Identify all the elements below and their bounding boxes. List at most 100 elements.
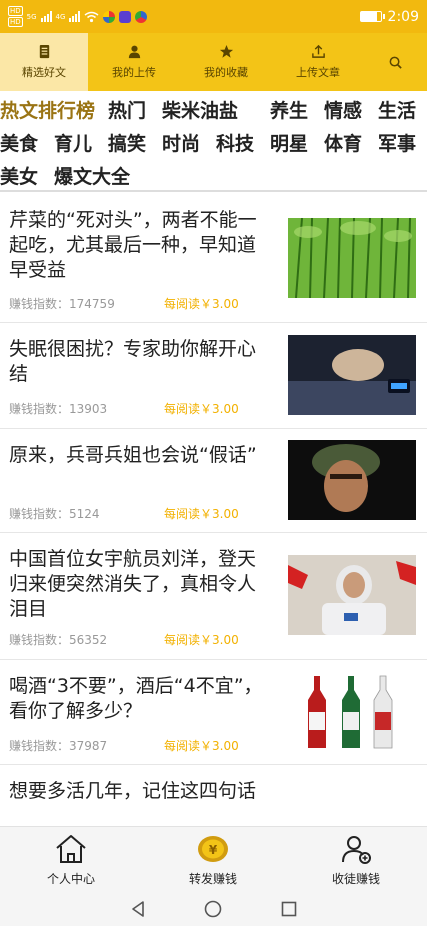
index-label: 赚钱指数： — [9, 507, 70, 521]
astronaut-image — [288, 555, 416, 635]
category-item[interactable]: 育儿 — [54, 129, 92, 156]
tab-my-favorites[interactable]: 我的收藏 — [180, 33, 272, 91]
article-thumbnail — [288, 672, 416, 752]
bottom-nav: 个人中心 ¥ 转发赚钱 收徒赚钱 — [0, 826, 427, 892]
status-left: HD HD 5G 4G — [8, 6, 148, 27]
article-item[interactable]: 喝酒“3不要”，酒后“4不宜”，看你了解多少？ 赚钱指数：37987 每阅读￥3… — [0, 660, 427, 765]
article-index: 赚钱指数：5124 — [9, 505, 100, 522]
category-item[interactable]: 养生 — [270, 96, 308, 123]
search-button[interactable] — [364, 33, 427, 91]
category-item[interactable]: 科技 — [216, 129, 254, 156]
wifi-icon — [84, 11, 99, 22]
nav-label: 个人中心 — [46, 871, 95, 886]
tab-label: 上传文章 — [296, 66, 340, 79]
article-reward: 每阅读￥3.00 — [164, 739, 239, 753]
tab-label: 精选好文 — [22, 66, 66, 79]
category-grid: 热文排行榜 热门 柴米油盐 养生 情感 生活 美食 育儿 搞笑 时尚 科技 明星… — [0, 91, 427, 192]
bottles-image — [288, 672, 416, 752]
tab-my-uploads[interactable]: 我的上传 — [88, 33, 180, 91]
soldier-image — [288, 440, 416, 520]
star-icon — [219, 44, 233, 58]
index-label: 赚钱指数： — [9, 297, 70, 311]
back-icon[interactable] — [129, 900, 147, 918]
article-item[interactable]: 想要多活几年，记住这四句话 — [0, 765, 427, 826]
person-icon — [128, 45, 140, 59]
signal-icon — [69, 11, 81, 22]
category-item[interactable]: 时尚 — [162, 129, 200, 156]
article-reward: 每阅读￥3.00 — [164, 402, 239, 416]
search-icon — [389, 56, 402, 69]
article-reward: 每阅读￥3.00 — [164, 507, 239, 521]
coin-icon: ¥ — [198, 835, 228, 862]
app-notification-icon — [103, 10, 116, 23]
app-notification-icon — [135, 10, 148, 23]
tab-label: 我的收藏 — [204, 66, 248, 79]
hd-chip: HD — [8, 17, 23, 27]
status-right: 2:09 — [359, 8, 419, 25]
nav-profile[interactable]: 个人中心 — [0, 827, 142, 893]
article-index: 赚钱指数：37987 — [9, 737, 107, 754]
article-reward: 每阅读￥3.00 — [164, 297, 239, 311]
status-time: 2:09 — [387, 8, 419, 25]
article-title: 想要多活几年，记住这四句话 — [9, 780, 257, 802]
category-item[interactable]: 情感 — [324, 96, 362, 123]
index-label: 赚钱指数： — [9, 739, 70, 753]
celery-image — [288, 218, 416, 298]
nav-share-earn[interactable]: ¥ 转发赚钱 — [142, 827, 284, 893]
index-label: 赚钱指数： — [9, 402, 70, 416]
nav-recruit-earn[interactable]: 收徒赚钱 — [285, 827, 427, 893]
article-title: 原来，兵哥兵姐也会说“假话” — [9, 444, 257, 466]
top-tab-bar: 精选好文 我的上传 我的收藏 上传文章 — [0, 33, 427, 91]
article-index: 赚钱指数：13903 — [9, 400, 107, 417]
article-index: 赚钱指数：56352 — [9, 631, 107, 648]
article-item[interactable]: 原来，兵哥兵姐也会说“假话” 赚钱指数：5124 每阅读￥3.00 — [0, 429, 427, 533]
document-icon — [39, 44, 49, 59]
article-thumbnail — [288, 440, 416, 520]
category-item[interactable]: 爆文大全 — [54, 162, 130, 189]
category-item[interactable]: 明星 — [270, 129, 308, 156]
category-hot-ranking[interactable]: 热文排行榜 — [0, 96, 95, 123]
article-title: 失眠很困扰？专家助你解开心结 — [9, 338, 257, 385]
tab-upload-article[interactable]: 上传文章 — [272, 33, 364, 91]
category-item[interactable]: 搞笑 — [108, 129, 146, 156]
user-add-icon — [342, 835, 371, 864]
tab-featured[interactable]: 精选好文 — [0, 33, 88, 91]
svg-text:¥: ¥ — [209, 843, 218, 857]
article-title: 中国首位女宇航员刘洋，登天归来便突然消失了，真相令人泪目 — [9, 548, 257, 620]
system-nav-bar — [0, 892, 427, 926]
category-item[interactable]: 热门 — [108, 96, 146, 123]
index-value: 174759 — [69, 297, 115, 311]
article-feed[interactable]: 芹菜的“死对头”，两者不能一起吃，尤其最后一种，早知道早受益 赚钱指数：1747… — [0, 194, 427, 826]
article-item[interactable]: 芹菜的“死对头”，两者不能一起吃，尤其最后一种，早知道早受益 赚钱指数：1747… — [0, 194, 427, 323]
category-item[interactable]: 军事 — [378, 129, 416, 156]
hd-chip: HD — [8, 6, 23, 16]
home-circle-icon[interactable] — [204, 900, 222, 918]
index-value: 56352 — [69, 633, 108, 647]
index-value: 5124 — [69, 507, 100, 521]
battery-icon — [359, 11, 385, 22]
category-item[interactable]: 体育 — [324, 129, 362, 156]
category-item[interactable]: 美女 — [0, 162, 38, 189]
category-item[interactable]: 美食 — [0, 129, 38, 156]
network-label: 5G — [26, 12, 37, 21]
article-title: 喝酒“3不要”，酒后“4不宜”，看你了解多少？ — [9, 675, 263, 722]
category-item[interactable]: 生活 — [378, 96, 416, 123]
recents-icon[interactable] — [280, 900, 298, 918]
index-label: 赚钱指数： — [9, 633, 70, 647]
network-label: 4G — [55, 12, 66, 21]
signal-icon — [40, 11, 52, 22]
status-bar: HD HD 5G 4G 2:09 — [0, 0, 427, 33]
category-item[interactable]: 柴米油盐 — [162, 96, 238, 123]
article-item[interactable]: 中国首位女宇航员刘洋，登天归来便突然消失了，真相令人泪目 赚钱指数：56352 … — [0, 533, 427, 660]
article-reward: 每阅读￥3.00 — [164, 633, 239, 647]
article-title: 芹菜的“死对头”，两者不能一起吃，尤其最后一种，早知道早受益 — [9, 209, 257, 281]
tab-label: 我的上传 — [112, 66, 156, 79]
index-value: 37987 — [69, 739, 108, 753]
home-icon — [56, 834, 86, 863]
nav-label: 转发赚钱 — [188, 871, 237, 886]
article-item[interactable]: 失眠很困扰？专家助你解开心结 赚钱指数：13903 每阅读￥3.00 — [0, 323, 427, 429]
article-thumbnail — [288, 555, 416, 635]
index-value: 13903 — [69, 402, 108, 416]
article-index: 赚钱指数：174759 — [9, 295, 115, 312]
upload-icon — [311, 44, 325, 58]
